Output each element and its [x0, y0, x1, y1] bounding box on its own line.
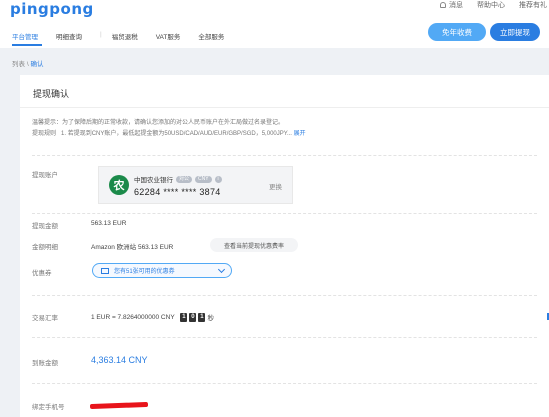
- top-bar: pingpong 消息 帮助中心 推荐有礼 平台管理 明细查询 | 福贸退税 V…: [0, 0, 549, 48]
- nav-platform[interactable]: 平台管理: [12, 31, 38, 41]
- annual-fee-button[interactable]: 免年收费: [428, 23, 486, 41]
- coupon-icon: [101, 267, 109, 274]
- divider: [32, 383, 537, 384]
- page-title: 提现确认: [33, 89, 70, 99]
- nav-vat[interactable]: VAT服务: [156, 31, 181, 41]
- divider: [32, 337, 537, 338]
- header-links: 消息 帮助中心 推荐有礼: [440, 0, 549, 10]
- info-icon[interactable]: i: [214, 175, 222, 183]
- nav-tax-refund[interactable]: 福贸退税: [112, 31, 138, 41]
- exchange-rate: 1 EUR = 7.8264000000 CNY 1 0 1 秒: [91, 312, 214, 322]
- coupon-text: 您有51张可用的优惠券: [114, 269, 175, 275]
- change-account-button[interactable]: 更换: [269, 181, 282, 191]
- countdown-digit: 1: [198, 312, 206, 322]
- divider: [32, 155, 537, 156]
- bank-account-card[interactable]: 农 中国农业银行 对公 CNY i 62284 **** **** 3874 更…: [98, 166, 293, 204]
- amount-value: 563.13 EUR: [91, 220, 127, 227]
- account-label: 提现账户: [32, 172, 58, 179]
- notice-block: 温馨提示：为了保障后期的正常收款，请确认您添加的对公人民币账户在外汇局做过名录登…: [32, 118, 306, 140]
- arrival-amount: 4,363.14 CNY: [91, 355, 148, 365]
- detail-label: 金额明细: [32, 244, 58, 251]
- detail-value: Amazon 欧洲站 563.13 EUR: [91, 244, 174, 251]
- account-number: 62284 **** **** 3874: [134, 187, 221, 197]
- withdraw-button[interactable]: 立即提现: [490, 23, 540, 41]
- divider: [32, 295, 537, 296]
- phone-label: 绑定手机号: [32, 404, 65, 411]
- view-rate-button[interactable]: 查看当前提现优惠费率: [210, 238, 298, 252]
- rules-expand-link[interactable]: 展开: [294, 131, 306, 137]
- countdown-digit: 0: [189, 312, 197, 322]
- breadcrumb-list[interactable]: 列表: [12, 61, 25, 68]
- nav-details[interactable]: 明细查询: [56, 31, 82, 41]
- title-divider: [20, 107, 549, 108]
- rules-label: 提现规则: [32, 131, 57, 137]
- breadcrumb-sep: \: [26, 61, 29, 68]
- account-type-badge: 对公: [176, 175, 193, 183]
- countdown-unit: 秒: [207, 315, 214, 322]
- rules-line: 提现规则 1. 若提现到CNY账户，最低起提金额为50USD/CAD/AUD/E…: [32, 129, 306, 140]
- countdown-digit: 1: [180, 312, 188, 322]
- divider: [32, 213, 537, 214]
- bank-name: 中国农业银行: [134, 177, 173, 184]
- withdraw-confirm-card: 提现确认 温馨提示：为了保障后期的正常收款，请确认您添加的对公人民币账户在外汇局…: [20, 75, 549, 417]
- coupon-label: 优惠券: [32, 270, 52, 277]
- exchange-value: 1 EUR = 7.8264000000 CNY: [91, 313, 175, 321]
- exchange-label: 交易汇率: [32, 315, 58, 322]
- amount-label: 提现金额: [32, 223, 58, 230]
- nav-active-indicator: [12, 44, 42, 46]
- chevron-down-icon: [217, 265, 226, 274]
- nav-separator: |: [100, 31, 102, 38]
- main-nav: 平台管理 明细查询 | 福贸退税 VAT服务 全部服务: [12, 31, 242, 41]
- notice-text: 温馨提示：为了保障后期的正常收款，请确认您添加的对公人民币账户在外汇局做过名录登…: [32, 120, 285, 126]
- bell-icon: [440, 2, 446, 8]
- messages-link[interactable]: 消息: [440, 0, 463, 10]
- help-center-link[interactable]: 帮助中心: [477, 0, 505, 10]
- currency-badge: CNY: [195, 175, 212, 183]
- nav-all-services[interactable]: 全部服务: [198, 31, 224, 41]
- bank-name-line: 中国农业银行 对公 CNY i: [134, 174, 222, 184]
- redacted-phone: [89, 401, 149, 410]
- breadcrumb-current: 确认: [30, 61, 44, 68]
- rules-text: 1. 若提现到CNY账户，最低起提金额为50USD/CAD/AUD/EUR/GB…: [61, 131, 292, 137]
- referral-link[interactable]: 推荐有礼: [519, 0, 547, 10]
- breadcrumb: 列表 \ 确认: [12, 58, 43, 68]
- coupon-select[interactable]: 您有51张可用的优惠券: [92, 263, 232, 278]
- brand-logo[interactable]: pingpong: [10, 0, 94, 18]
- bank-logo-icon: 农: [109, 175, 129, 195]
- arrival-label: 到账金额: [32, 360, 58, 367]
